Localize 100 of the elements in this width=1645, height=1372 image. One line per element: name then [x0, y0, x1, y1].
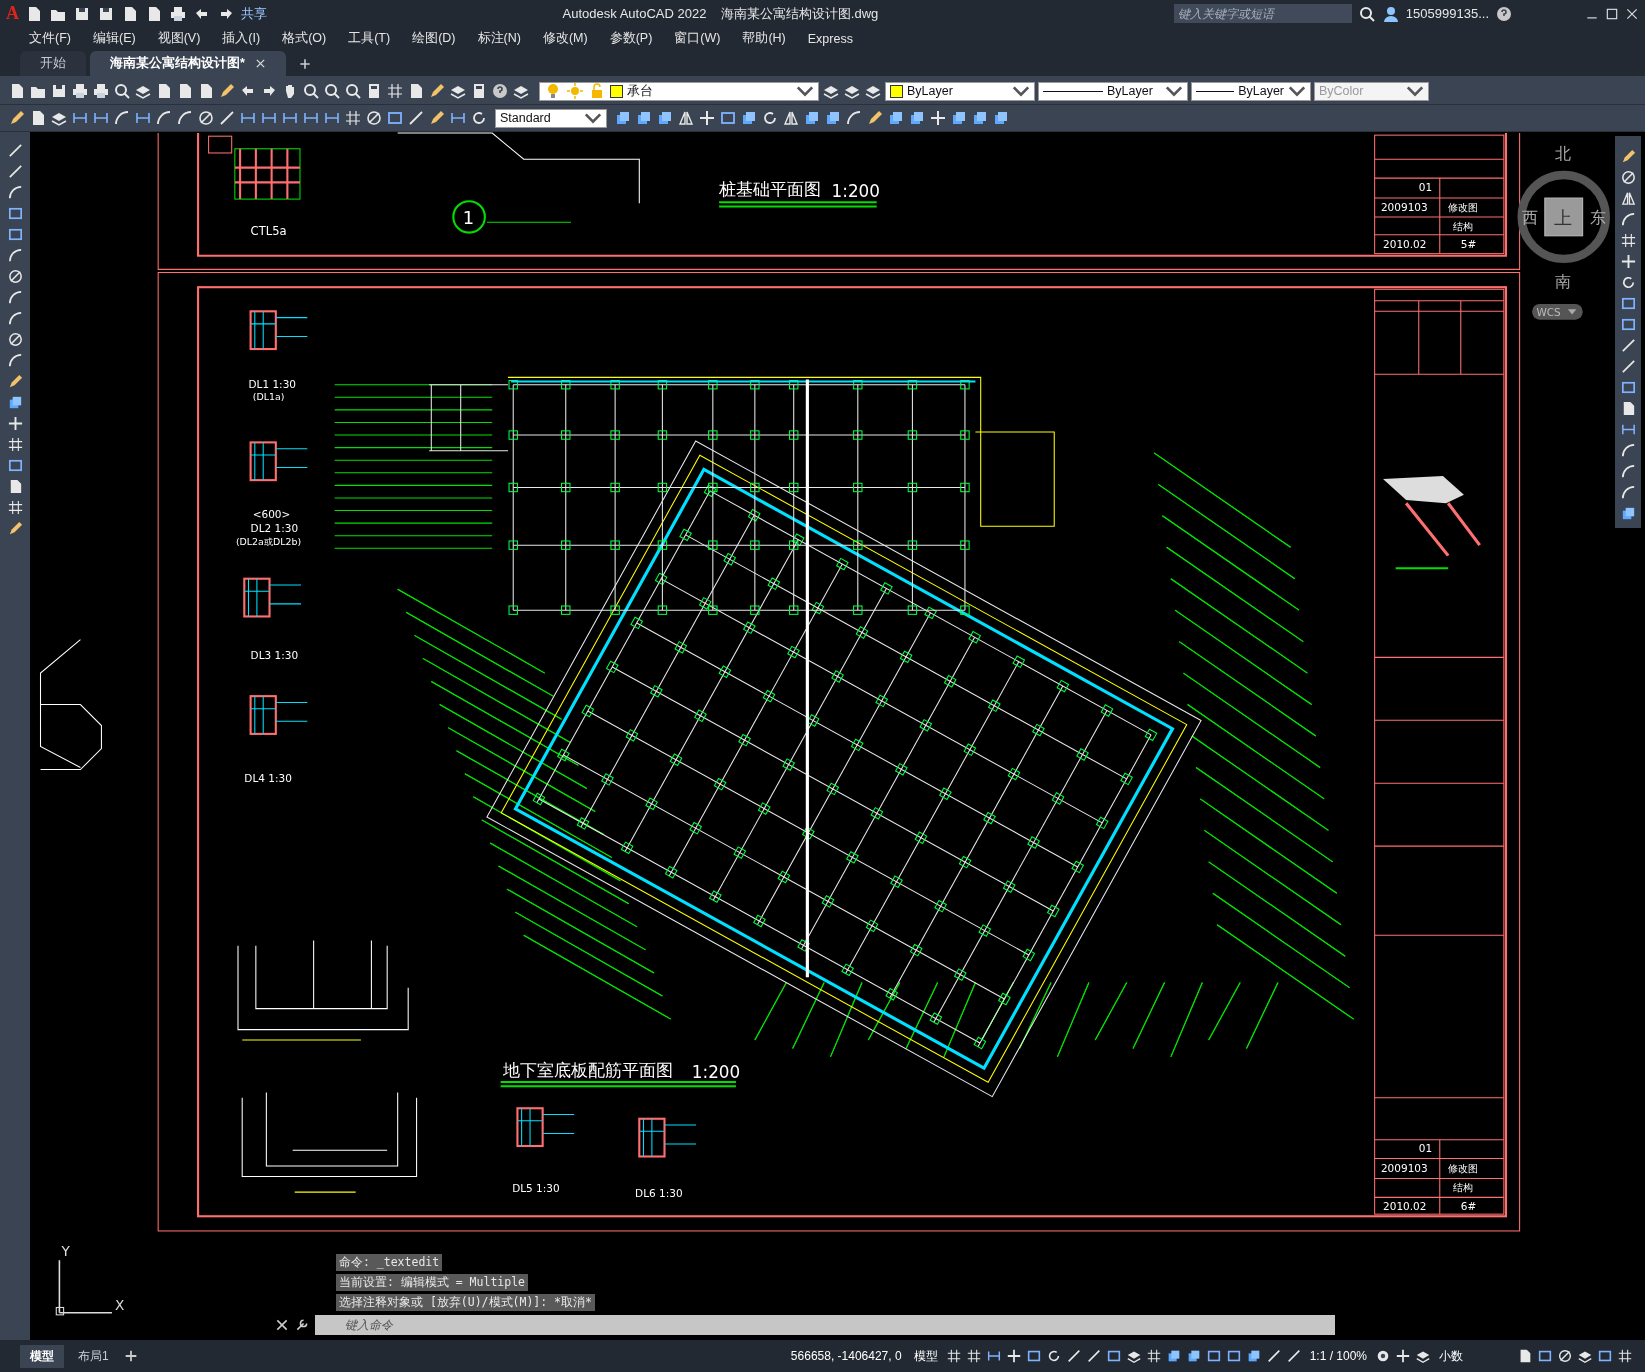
grid-icon[interactable] — [1145, 1348, 1162, 1364]
move-icon[interactable] — [1619, 253, 1637, 270]
help-icon[interactable] — [1495, 4, 1513, 23]
arc-icon[interactable] — [845, 109, 863, 127]
arc-icon[interactable] — [113, 109, 131, 127]
arc-icon[interactable] — [1619, 211, 1637, 228]
line-icon[interactable] — [1065, 1348, 1082, 1364]
layout-tab[interactable]: 布局1 — [68, 1344, 119, 1368]
box-icon[interactable] — [950, 109, 968, 127]
arc-icon[interactable] — [6, 289, 24, 306]
move-icon[interactable] — [1395, 1348, 1411, 1364]
arc-icon[interactable] — [6, 352, 24, 369]
menu-item[interactable]: 窗口(W) — [663, 30, 732, 47]
grid-icon[interactable] — [1617, 1348, 1633, 1364]
menu-item[interactable]: 编辑(E) — [81, 30, 147, 47]
menu-item[interactable]: 视图(V) — [146, 30, 212, 47]
printer-icon[interactable] — [71, 82, 89, 100]
maximize-icon[interactable] — [1605, 6, 1619, 21]
property-dropdown[interactable]: ByLayer — [885, 81, 1035, 101]
printer-icon[interactable] — [169, 4, 187, 23]
pencil-icon[interactable] — [866, 109, 884, 127]
line-icon[interactable] — [218, 109, 236, 127]
grid-icon[interactable] — [945, 1348, 962, 1364]
line-icon[interactable] — [6, 163, 24, 180]
zoom-icon[interactable] — [302, 82, 320, 100]
viewcube-ring[interactable] — [1517, 170, 1610, 264]
compass-north[interactable]: 北 — [1555, 144, 1572, 164]
compass-west[interactable]: 西 — [1521, 208, 1538, 228]
grid-icon[interactable] — [965, 1348, 982, 1364]
menu-item[interactable]: 文件(F) — [18, 30, 82, 47]
arc-icon[interactable] — [6, 247, 24, 264]
wrench-icon[interactable] — [295, 1318, 309, 1332]
menu-item[interactable]: Express — [796, 31, 864, 46]
line-icon[interactable] — [6, 142, 24, 159]
search-field[interactable]: 键入关键字或短语 — [1173, 4, 1352, 23]
rectangle-icon[interactable] — [6, 205, 24, 222]
rectangle-icon[interactable] — [386, 109, 404, 127]
line-icon[interactable] — [1285, 1348, 1302, 1364]
rectangle-icon[interactable] — [1537, 1348, 1553, 1364]
box-icon[interactable] — [635, 109, 653, 127]
line-icon[interactable] — [1085, 1348, 1102, 1364]
rectangle-icon[interactable] — [1105, 1348, 1122, 1364]
sun-icon[interactable] — [566, 82, 584, 100]
circle-icon[interactable] — [197, 109, 215, 127]
arc-icon[interactable] — [6, 310, 24, 327]
arc-icon[interactable] — [1619, 463, 1637, 480]
grid-icon[interactable] — [6, 436, 24, 453]
settings-icon[interactable] — [1375, 1348, 1391, 1364]
viewcube-face[interactable] — [1544, 197, 1584, 237]
menu-item[interactable]: 修改(M) — [531, 30, 599, 47]
pencil-icon[interactable] — [428, 109, 446, 127]
box-icon[interactable] — [971, 109, 989, 127]
close-icon[interactable] — [1625, 6, 1639, 21]
menu-item[interactable]: 工具(T) — [337, 30, 402, 47]
box-icon[interactable] — [803, 109, 821, 127]
arc-icon[interactable] — [6, 184, 24, 201]
menu-item[interactable]: 参数(P) — [598, 30, 664, 47]
layer-dropdown[interactable]: 承台 — [539, 81, 819, 101]
document-tab[interactable]: 海南某公寓结构设计图* — [90, 51, 286, 76]
arc-icon[interactable] — [1619, 484, 1637, 501]
menu-item[interactable]: 帮助(H) — [731, 30, 797, 47]
move-icon[interactable] — [698, 109, 716, 127]
close-icon[interactable] — [275, 1318, 289, 1332]
layout-tab[interactable]: 模型 — [20, 1344, 64, 1368]
compass-south[interactable]: 南 — [1555, 272, 1572, 292]
zoom-icon[interactable] — [113, 82, 131, 100]
box-icon[interactable] — [656, 109, 674, 127]
arc-icon[interactable] — [1619, 442, 1637, 459]
wcs-menu[interactable] — [1532, 303, 1583, 320]
grid-icon[interactable] — [344, 109, 362, 127]
units-dropdown[interactable]: 小数 — [1435, 1347, 1513, 1365]
line-icon[interactable] — [1619, 358, 1637, 375]
move-icon[interactable] — [929, 109, 947, 127]
property-dropdown[interactable]: ByLayer — [1191, 81, 1311, 101]
pencil-icon[interactable] — [8, 109, 26, 127]
box-icon[interactable] — [887, 109, 905, 127]
mirror-icon[interactable] — [782, 109, 800, 127]
line-icon[interactable] — [1619, 337, 1637, 354]
move-icon[interactable] — [6, 415, 24, 432]
rectangle-icon[interactable] — [6, 226, 24, 243]
box-icon[interactable] — [740, 109, 758, 127]
text-style-dropdown[interactable]: Standard — [495, 108, 607, 128]
rectangle-icon[interactable] — [1619, 295, 1637, 312]
pencil-icon[interactable] — [218, 82, 236, 100]
viewcube-face-label[interactable]: 上 — [1554, 207, 1573, 229]
circle-icon[interactable] — [365, 109, 383, 127]
help-icon[interactable] — [491, 82, 509, 100]
menu-item[interactable]: 标注(N) — [466, 30, 532, 47]
rotate-icon[interactable] — [470, 109, 488, 127]
command-input[interactable]: 键入命令 — [315, 1315, 1335, 1335]
annotation-scale[interactable]: 1:1 / 100% — [1305, 1349, 1371, 1363]
circle-icon[interactable] — [6, 331, 24, 348]
circle-icon[interactable] — [6, 268, 24, 285]
printer-icon[interactable] — [92, 82, 110, 100]
box-icon[interactable] — [908, 109, 926, 127]
mirror-icon[interactable] — [677, 109, 695, 127]
rectangle-icon[interactable] — [1619, 316, 1637, 333]
property-dropdown[interactable]: ByLayer — [1038, 81, 1188, 101]
zoom-icon[interactable] — [323, 82, 341, 100]
menu-item[interactable]: 插入(I) — [211, 30, 272, 47]
